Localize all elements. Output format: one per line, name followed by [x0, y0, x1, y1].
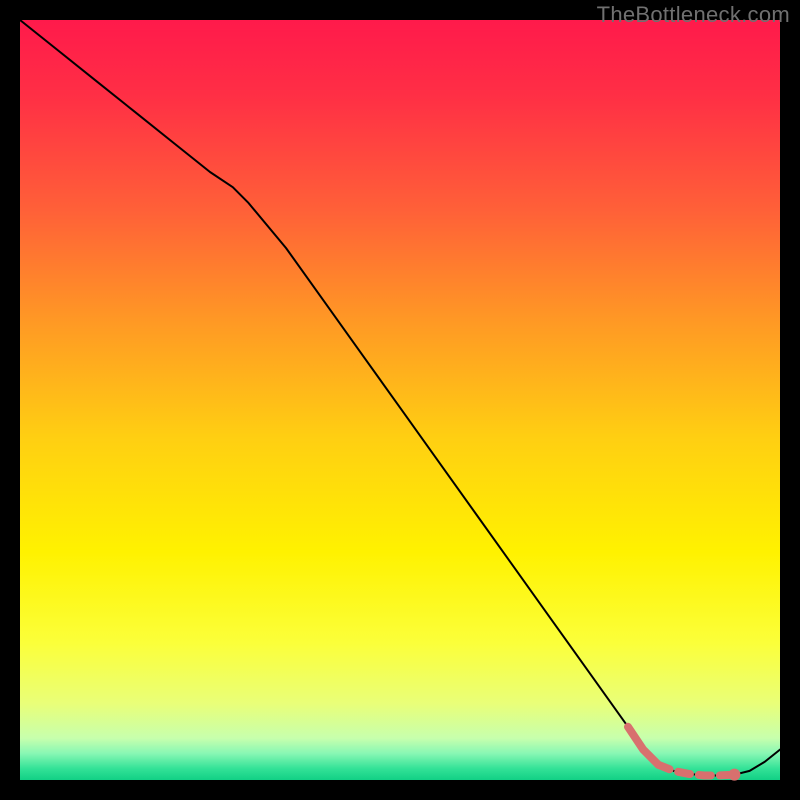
- chart-frame: { "watermark": "TheBottleneck.com", "cha…: [0, 0, 800, 800]
- plot-background: [20, 20, 780, 780]
- watermark-text: TheBottleneck.com: [597, 2, 790, 28]
- bottleneck-chart: [0, 0, 800, 800]
- highlight-endpoint-dot: [728, 769, 740, 781]
